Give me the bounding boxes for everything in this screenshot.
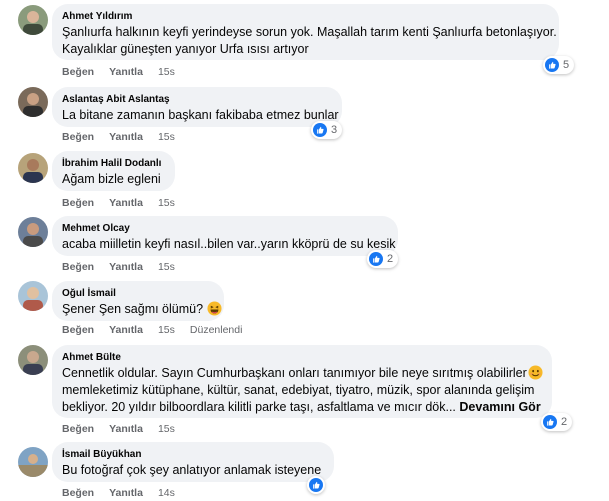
- avatar[interactable]: [18, 217, 48, 247]
- reaction-summary[interactable]: 3: [311, 121, 343, 139]
- like-icon: [369, 252, 383, 266]
- reaction-count: 5: [563, 59, 570, 71]
- reaction-summary[interactable]: [307, 476, 325, 494]
- reaction-count: 2: [561, 416, 568, 428]
- comment-actions: Beğen Yanıtla 15s: [62, 260, 190, 274]
- timestamp[interactable]: 15s: [158, 65, 175, 79]
- reply-button[interactable]: Yanıtla: [109, 260, 143, 274]
- comment-text-line: Şener Şen sağmı ölümü?: [62, 301, 222, 318]
- reaction-count: 2: [387, 253, 394, 265]
- reply-button[interactable]: Yanıtla: [109, 65, 143, 79]
- comment-actions: Beğen Yanıtla 15s: [62, 196, 190, 210]
- reaction-summary[interactable]: 5: [543, 56, 575, 74]
- comment-author[interactable]: İbrahim Halil Dodanlı: [62, 157, 163, 171]
- comment-actions: Beğen Yanıtla 15s: [62, 130, 190, 144]
- like-button[interactable]: Beğen: [62, 196, 94, 210]
- comment-text-line: memleketimiz kütüphane, kültür, sanat, e…: [62, 383, 535, 397]
- timestamp[interactable]: 15s: [158, 196, 175, 210]
- comment-text-line: Şanlıurfa halkının keyfi yerindeyse soru…: [62, 25, 557, 39]
- avatar[interactable]: [18, 447, 48, 477]
- reaction-summary[interactable]: 2: [367, 250, 399, 268]
- comment-text-line: La bitane zamanın başkanı fakibaba etmez…: [62, 108, 339, 122]
- like-button[interactable]: Beğen: [62, 422, 94, 436]
- reaction-count: 3: [331, 124, 338, 136]
- comment-bubble: Oğul İsmail Şener Şen sağmı ölümü?: [52, 281, 224, 321]
- comment-actions: Beğen Yanıtla 15s Düzenlendi: [62, 323, 257, 337]
- like-button[interactable]: Beğen: [62, 486, 94, 500]
- timestamp[interactable]: 15s: [158, 422, 175, 436]
- like-button[interactable]: Beğen: [62, 65, 94, 79]
- reply-button[interactable]: Yanıtla: [109, 130, 143, 144]
- like-icon: [545, 58, 559, 72]
- like-icon: [309, 478, 323, 492]
- comment-text: Şener Şen sağmı ölümü?: [62, 302, 204, 316]
- reply-button[interactable]: Yanıtla: [109, 323, 143, 337]
- laughing-emoji-icon: [207, 301, 222, 316]
- like-button[interactable]: Beğen: [62, 130, 94, 144]
- reaction-summary[interactable]: 2: [541, 413, 573, 431]
- reply-button[interactable]: Yanıtla: [109, 486, 143, 500]
- reply-button[interactable]: Yanıtla: [109, 196, 143, 210]
- edited-label[interactable]: Düzenlendi: [190, 323, 243, 337]
- like-icon: [313, 123, 327, 137]
- avatar[interactable]: [18, 87, 48, 117]
- comment-text-line: Bu fotoğraf çok şey anlatıyor anlamak is…: [62, 463, 322, 477]
- comment-actions: Beğen Yanıtla 14s: [62, 486, 190, 500]
- avatar[interactable]: [18, 345, 48, 375]
- like-button[interactable]: Beğen: [62, 260, 94, 274]
- smiling-emoji-icon: [528, 365, 543, 380]
- timestamp[interactable]: 15s: [158, 260, 175, 274]
- comment-text-line: Cennetlik oldular. Sayın Cumhurbaşkanı o…: [62, 365, 543, 382]
- reply-button[interactable]: Yanıtla: [109, 422, 143, 436]
- comment-bubble: Mehmet Olcay acaba miilletin keyfi nasıl…: [52, 216, 398, 256]
- comment-bubble: Ahmet Yıldırım Şanlıurfa halkının keyfi …: [52, 4, 559, 60]
- comment-bubble: Ahmet Bülte Cennetlik oldular. Sayın Cum…: [52, 345, 552, 418]
- comment-actions: Beğen Yanıtla 15s: [62, 422, 190, 436]
- comment-bubble: Aslantaş Abit Aslantaş La bitane zamanın…: [52, 87, 342, 127]
- timestamp[interactable]: 14s: [158, 486, 175, 500]
- comment-text-line: bekliyor. 20 yıldır bilboordlara kilitli…: [62, 399, 541, 416]
- comment-bubble: İsmail Büyükhan Bu fotoğraf çok şey anla…: [52, 442, 334, 482]
- comment-author[interactable]: İsmail Büyükhan: [62, 448, 322, 462]
- comment-text-line: Kayalıklar güneşten yanıyor Urfa ısısı a…: [62, 42, 309, 56]
- avatar[interactable]: [18, 5, 48, 35]
- comment-author[interactable]: Ahmet Bülte: [62, 351, 540, 365]
- see-more-link[interactable]: Devamını Gör: [459, 400, 540, 414]
- comment-text-line: acaba miilletin keyfi nasıl..bilen var..…: [62, 237, 396, 251]
- avatar[interactable]: [18, 153, 48, 183]
- like-icon: [543, 415, 557, 429]
- timestamp[interactable]: 15s: [158, 323, 175, 337]
- comment-author[interactable]: Ahmet Yıldırım: [62, 10, 547, 24]
- like-button[interactable]: Beğen: [62, 323, 94, 337]
- avatar[interactable]: [18, 281, 48, 311]
- timestamp[interactable]: 15s: [158, 130, 175, 144]
- comment-author[interactable]: Mehmet Olcay: [62, 222, 386, 236]
- comment-text: bekliyor. 20 yıldır bilboordlara kilitli…: [62, 400, 456, 414]
- comment-author[interactable]: Oğul İsmail: [62, 287, 212, 301]
- comment-text: Cennetlik oldular. Sayın Cumhurbaşkanı o…: [62, 366, 527, 380]
- comment-author[interactable]: Aslantaş Abit Aslantaş: [62, 93, 330, 107]
- comment-text-line: Ağam bizle egleni: [62, 172, 161, 186]
- comment-bubble: İbrahim Halil Dodanlı Ağam bizle egleni: [52, 151, 175, 191]
- comment-actions: Beğen Yanıtla 15s: [62, 65, 190, 79]
